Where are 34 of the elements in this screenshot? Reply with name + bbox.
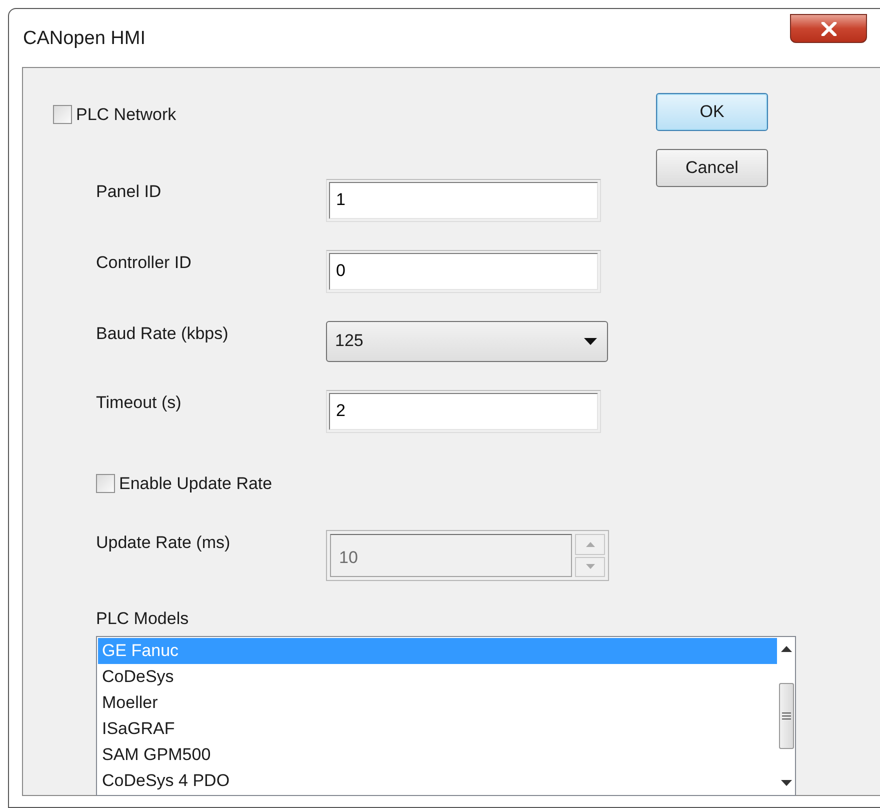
scroll-up-icon <box>781 644 792 652</box>
field-label: Update Rate (ms) <box>96 532 232 554</box>
list-item[interactable]: ISaGRAF <box>98 716 777 742</box>
list-item[interactable]: Moeller <box>98 690 777 716</box>
up-arrow-icon <box>586 542 594 547</box>
field-label: Timeout (s) <box>96 392 182 414</box>
spin-value: 10 <box>330 534 572 577</box>
input-field[interactable]: 2 <box>329 392 598 430</box>
checkbox[interactable] <box>96 474 115 493</box>
close-button[interactable] <box>790 14 867 43</box>
plc-models-list[interactable]: GE Fanuc CoDeSys Moeller ISaGRAF SAM GPM500 CoDeSys 4 PDO <box>96 636 796 796</box>
input-field[interactable]: 1 <box>329 182 598 218</box>
field-label: Controller ID <box>96 252 192 274</box>
dialog-button[interactable]: Cancel <box>656 149 768 187</box>
close-icon <box>820 22 838 36</box>
list-item[interactable]: CoDeSys <box>98 664 777 690</box>
list-item[interactable]: CoDeSys 4 PDO <box>98 768 777 794</box>
field-label: Baud Rate (kbps) <box>96 322 230 344</box>
scrollbar-thumb[interactable] <box>779 682 794 748</box>
checkbox-label: Enable Update Rate <box>119 472 272 494</box>
caret-icon <box>584 338 597 344</box>
field-label: Panel ID <box>96 180 162 202</box>
dialog-button[interactable]: OK <box>656 93 768 131</box>
down-arrow-icon <box>586 564 594 570</box>
input-field[interactable]: 0 <box>329 252 598 290</box>
dropdown-value: 125 <box>335 330 364 352</box>
list-item[interactable]: SAM GPM500 <box>98 742 777 768</box>
list-label: PLC Models <box>96 608 190 630</box>
checkbox[interactable] <box>53 105 72 124</box>
scroll-down-icon <box>781 780 792 786</box>
dropdown[interactable]: 125 <box>326 320 608 362</box>
checkbox-label: PLC Network <box>76 104 176 126</box>
grip-icon <box>782 712 791 720</box>
window-title: CANopen HMI <box>23 26 146 51</box>
